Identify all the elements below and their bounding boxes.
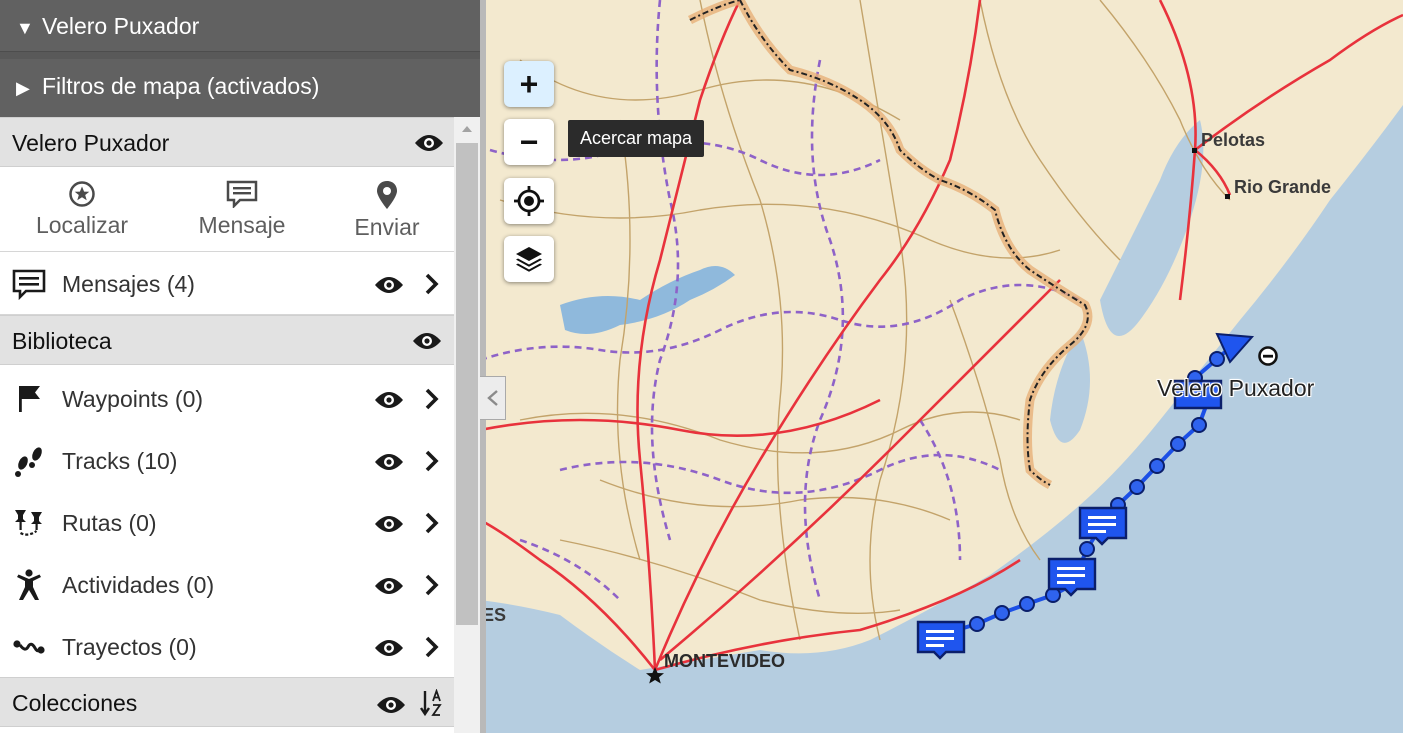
eye-icon[interactable] <box>374 514 404 534</box>
trips-label: Trayectos (0) <box>62 634 197 660</box>
chevron-right-icon[interactable] <box>424 388 440 410</box>
messages-row[interactable]: Mensajes (4) <box>0 253 454 315</box>
map-filters-header[interactable]: ▶ Filtros de mapa (activados) <box>0 59 480 117</box>
library-section-header: Biblioteca <box>0 315 454 365</box>
library-item-routes[interactable]: Rutas (0) <box>0 492 454 554</box>
sidebar-panel: ▼ Velero Puxador ▶ Filtros de mapa (activa… <box>0 0 480 733</box>
library-item-trips[interactable]: Trayectos (0) <box>0 616 454 678</box>
my-location-button[interactable] <box>504 178 554 224</box>
zoom-in-label: + <box>519 66 539 102</box>
panel-map-divider <box>480 0 486 733</box>
zoom-in-button[interactable]: + <box>504 61 554 107</box>
zoom-out-label: − <box>519 124 539 160</box>
messages-icon <box>12 269 46 301</box>
chevron-left-icon <box>486 390 498 406</box>
trip-squiggle-icon <box>13 640 45 654</box>
collapse-triangle-icon: ▼ <box>16 18 34 38</box>
track-point <box>1079 541 1095 557</box>
scrollbar-thumb[interactable] <box>456 143 478 625</box>
city-label-rio-grande: Rio Grande <box>1234 177 1332 197</box>
chevron-right-icon[interactable] <box>424 450 440 472</box>
message-icon <box>226 180 258 208</box>
header-divider <box>0 52 480 59</box>
track-point <box>969 616 985 632</box>
messages-label: Mensajes (4) <box>62 271 195 297</box>
scroll-up-arrow-icon[interactable] <box>454 117 480 141</box>
route-pins-icon <box>15 510 42 536</box>
expand-triangle-icon: ▶ <box>16 78 30 98</box>
send-label: Enviar <box>354 214 420 240</box>
send-message-button[interactable]: Mensaje <box>167 170 317 252</box>
eye-icon[interactable] <box>374 390 404 410</box>
map-graphic[interactable] <box>480 0 1403 733</box>
sort-az-icon[interactable] <box>420 689 444 717</box>
vessel-name-label[interactable]: Velero Puxador <box>1157 375 1314 402</box>
eye-icon[interactable] <box>374 638 404 658</box>
panel-scroll-area: Velero Puxador Localizar Mensaje Enviar … <box>0 117 454 733</box>
country-border-line <box>689 0 1089 486</box>
library-title: Biblioteca <box>12 328 112 354</box>
star-circle-icon <box>69 181 95 207</box>
chevron-right-icon[interactable] <box>424 636 440 658</box>
eye-icon[interactable] <box>374 275 404 295</box>
device-header[interactable]: ▼ Velero Puxador <box>0 0 480 52</box>
collections-title: Colecciones <box>12 690 138 716</box>
map-pin-icon <box>377 181 397 209</box>
track-point <box>1149 458 1165 474</box>
layers-icon <box>516 247 542 272</box>
device-action-row: Localizar Mensaje Enviar <box>0 170 454 252</box>
message-marker-2-icon <box>1047 557 1097 597</box>
chevron-right-icon[interactable] <box>424 574 440 596</box>
track-point <box>1191 417 1207 433</box>
minus-circle-icon <box>1258 346 1278 366</box>
message-label: Mensaje <box>198 212 286 238</box>
city-label-montevideo: MONTEVIDEO <box>664 651 786 671</box>
library-item-tracks[interactable]: Tracks (10) <box>0 430 454 492</box>
reservoir <box>560 266 735 334</box>
track-point <box>1170 436 1186 452</box>
library-item-waypoints[interactable]: Waypoints (0) <box>0 368 454 430</box>
eye-icon[interactable] <box>412 331 442 351</box>
zoom-in-tooltip: Acercar mapa <box>568 120 705 157</box>
collapse-panel-handle[interactable] <box>480 376 506 420</box>
panel-scrollbar[interactable] <box>454 117 480 733</box>
city-label-pelotas: Pelotas <box>1201 130 1266 150</box>
map-layers-button[interactable] <box>504 236 554 282</box>
device-header-title: Velero Puxador <box>42 13 200 39</box>
map-canvas[interactable]: Pelotas Rio Grande MONTEVIDEO ES <box>480 0 1403 733</box>
tracks-label: Tracks (10) <box>62 448 178 474</box>
device-section-title: Velero Puxador <box>12 130 170 156</box>
track-point <box>994 605 1010 621</box>
eye-icon[interactable] <box>374 576 404 596</box>
device-section-header: Velero Puxador <box>0 117 454 167</box>
routes-label: Rutas (0) <box>62 510 157 536</box>
rio-grande-marker <box>1225 194 1230 199</box>
track-point <box>1129 479 1145 495</box>
waypoints-label: Waypoints (0) <box>62 386 204 412</box>
crosshair-target-icon <box>514 186 544 216</box>
send-location-button[interactable]: Enviar <box>312 170 462 252</box>
locate-device-button[interactable]: Localizar <box>7 170 157 252</box>
track-point <box>1019 596 1035 612</box>
eye-icon[interactable] <box>414 133 444 153</box>
map-filters-title: Filtros de mapa (activados) <box>42 73 320 99</box>
person-activity-icon <box>17 569 41 600</box>
zoom-out-button[interactable]: − <box>504 119 554 165</box>
collections-section-header: Colecciones <box>0 677 454 727</box>
chevron-right-icon[interactable] <box>424 273 440 295</box>
eye-icon[interactable] <box>376 695 406 715</box>
track-point <box>1209 351 1225 367</box>
pelotas-marker <box>1192 148 1197 153</box>
flag-icon <box>19 386 40 412</box>
eye-icon[interactable] <box>374 452 404 472</box>
message-marker-1-icon <box>916 620 966 660</box>
chevron-right-icon[interactable] <box>424 512 440 534</box>
activities-label: Actividades (0) <box>62 572 215 598</box>
locate-label: Localizar <box>35 212 129 238</box>
library-item-activities[interactable]: Actividades (0) <box>0 554 454 616</box>
message-marker-3-icon <box>1078 506 1128 546</box>
footprints-icon <box>15 447 42 477</box>
